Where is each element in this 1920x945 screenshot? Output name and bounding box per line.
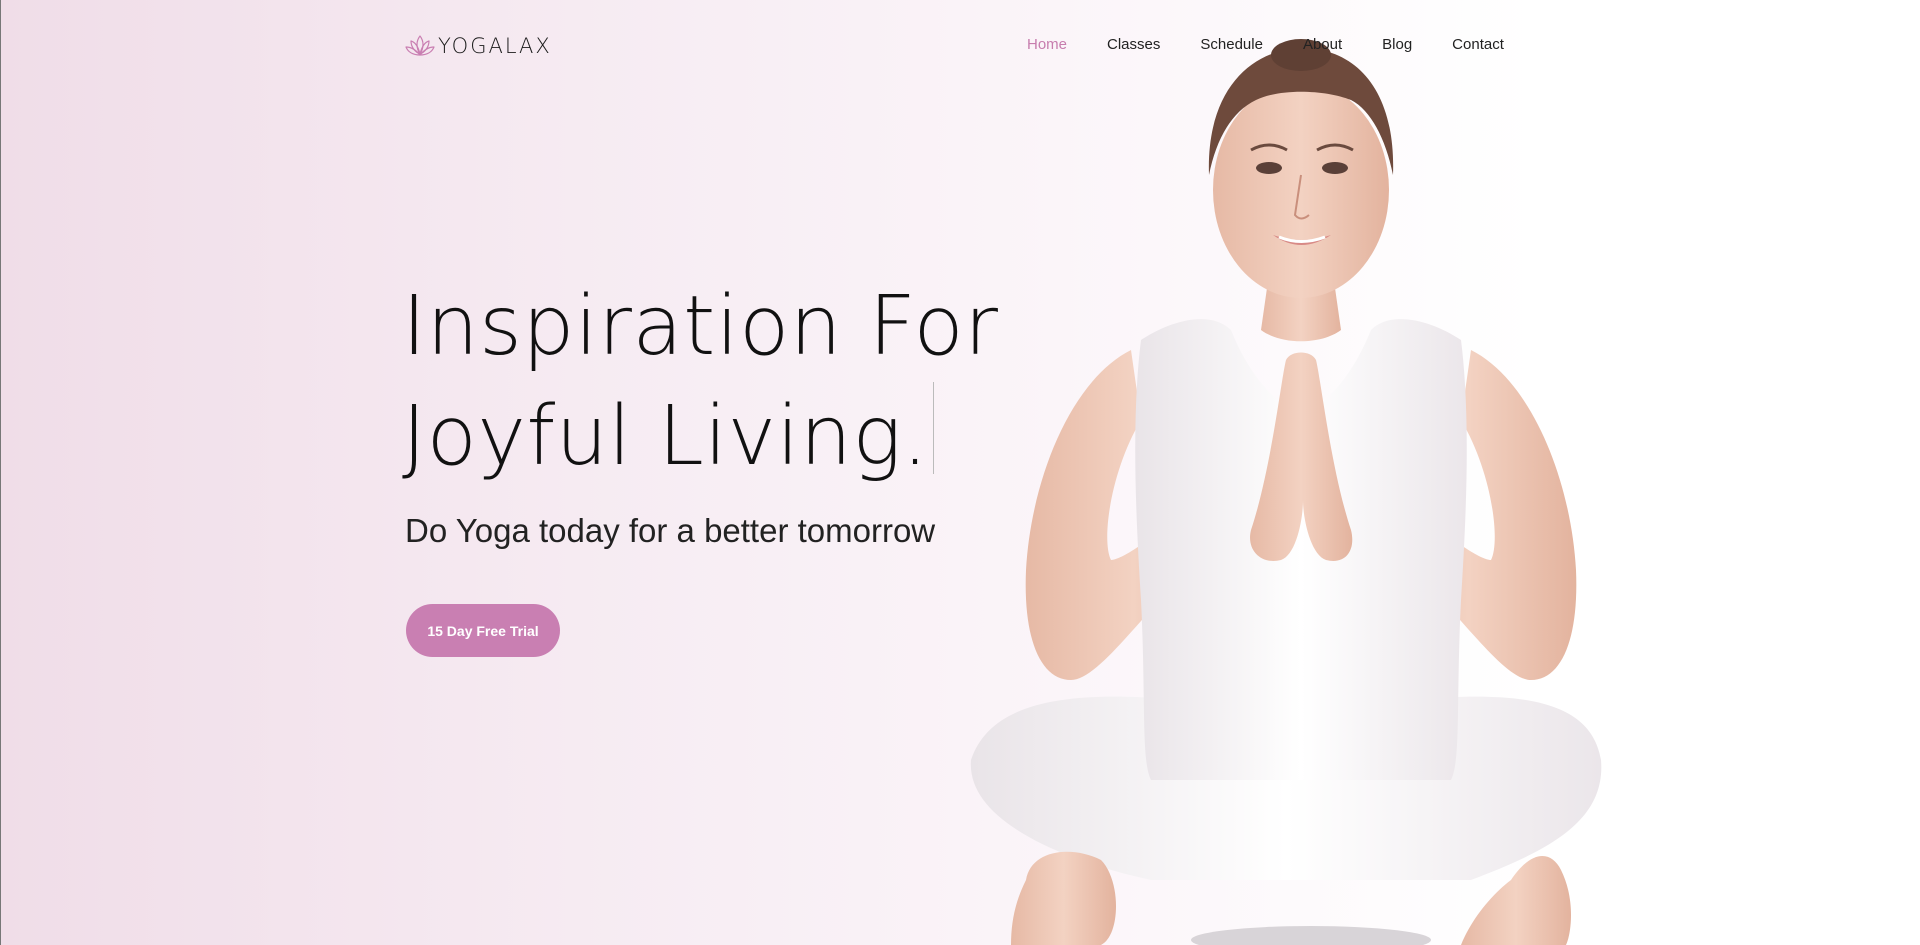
typing-caret bbox=[932, 382, 934, 474]
nav-about[interactable]: About bbox=[1303, 36, 1342, 53]
top-nav: YOGALAX Home Classes Schedule About Blog… bbox=[1, 0, 1920, 95]
logo-text: YOGALAX bbox=[438, 34, 552, 58]
hero-title-line-1: Inspiration For bbox=[402, 279, 999, 374]
nav-menu: Home Classes Schedule About Blog Contact bbox=[1027, 36, 1504, 53]
page: YOGALAX Home Classes Schedule About Blog… bbox=[0, 0, 1920, 945]
nav-blog[interactable]: Blog bbox=[1382, 36, 1412, 53]
hero-title-line-2-text: Joyful Living. bbox=[402, 389, 929, 484]
free-trial-button[interactable]: 15 Day Free Trial bbox=[406, 604, 560, 657]
logo[interactable]: YOGALAX bbox=[405, 33, 552, 59]
hero-yoga-image bbox=[970, 39, 1602, 945]
hero-title-line-2: Joyful Living. bbox=[402, 382, 998, 492]
hero-title: Inspiration For Joyful Living. bbox=[402, 272, 998, 492]
nav-classes[interactable]: Classes bbox=[1107, 36, 1160, 53]
hero-subtitle: Do Yoga today for a better tomorrow bbox=[405, 512, 936, 549]
nav-schedule[interactable]: Schedule bbox=[1200, 36, 1263, 53]
lotus-icon bbox=[405, 35, 435, 56]
nav-contact[interactable]: Contact bbox=[1452, 36, 1504, 53]
nav-home[interactable]: Home bbox=[1027, 36, 1067, 53]
